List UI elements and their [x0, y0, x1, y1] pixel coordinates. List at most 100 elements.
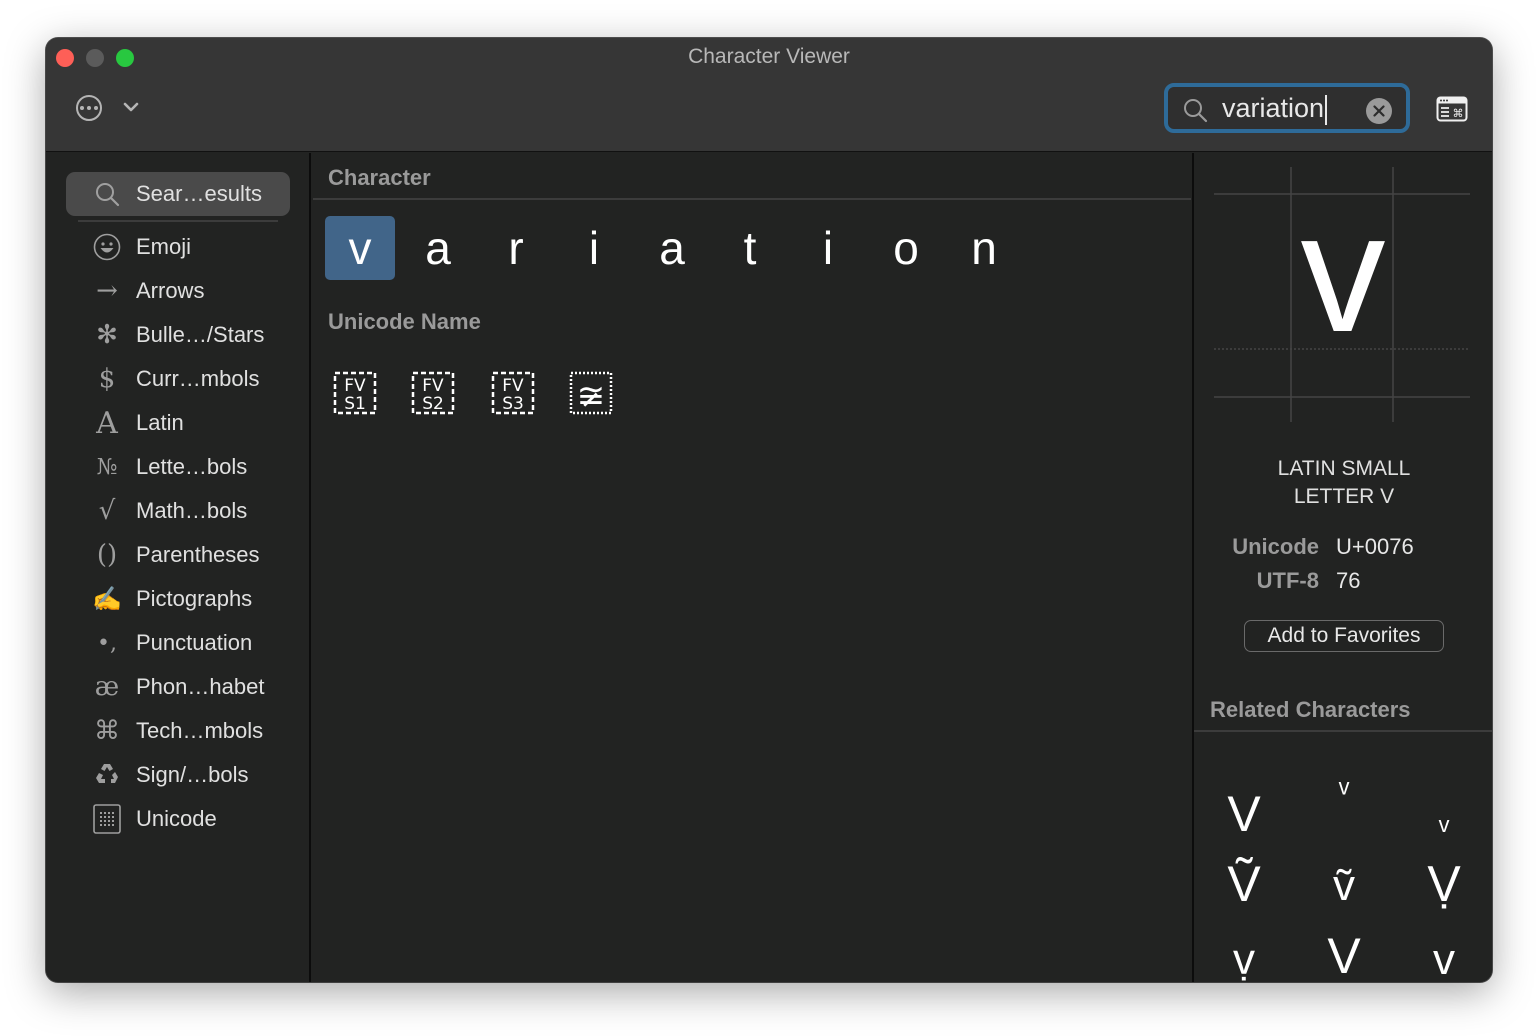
- sidebar-item-search-results[interactable]: Sear…esults: [66, 172, 290, 216]
- square-root-icon: √: [98, 496, 116, 526]
- sidebar-item-punctuation[interactable]: •, Punctuation: [66, 621, 290, 665]
- keyboard-viewer-icon[interactable]: ⌘: [1436, 96, 1468, 122]
- sidebar-item-currency-symbols[interactable]: $ Curr…mbols: [66, 357, 290, 401]
- svg-text:≆: ≆: [577, 376, 606, 415]
- related-character[interactable]: ᵛ: [1299, 773, 1389, 810]
- character-inspector: v LATIN SMALL LETTER V Unicode U+0076 UT…: [1192, 153, 1492, 982]
- sidebar-item-label: Tech…mbols: [136, 718, 264, 743]
- approx-not-equal-icon[interactable]: ≆: [569, 371, 613, 415]
- character-section-header: Character: [328, 165, 431, 190]
- unicode-character-name: LATIN SMALL LETTER V: [1194, 455, 1492, 511]
- sidebar-item-label: Phon…habet: [136, 674, 265, 699]
- latin-a-icon: A: [96, 405, 118, 441]
- sidebar-item-label: Parentheses: [136, 542, 260, 567]
- ellipsis-circle-icon[interactable]: [76, 95, 102, 121]
- sidebar-item-latin[interactable]: A Latin: [66, 401, 290, 445]
- sidebar-item-label: Sign/…bols: [136, 762, 249, 787]
- svg-text:S3: S3: [502, 394, 524, 414]
- character-cell-selected[interactable]: v: [325, 216, 395, 280]
- add-to-favorites-button[interactable]: Add to Favorites: [1244, 620, 1444, 652]
- recycle-icon: [86, 757, 128, 793]
- character-cell[interactable]: a: [403, 216, 473, 280]
- sidebar-item-unicode[interactable]: Unicode: [66, 797, 290, 841]
- sidebar-item-emoji[interactable]: Emoji: [66, 225, 290, 269]
- svg-text:S1: S1: [344, 394, 366, 414]
- sidebar-item-label: Pictographs: [136, 586, 253, 611]
- fvs2-icon[interactable]: FV S2: [411, 371, 455, 415]
- related-character[interactable]: ṿ: [1199, 935, 1289, 982]
- svg-text:FV: FV: [422, 376, 444, 396]
- sidebar-item-math-symbols[interactable]: √ Math…bols: [66, 489, 290, 533]
- writing-hand-icon: ✍: [92, 585, 122, 613]
- character-cell[interactable]: r: [481, 216, 551, 280]
- sidebar-item-label: Unicode: [136, 806, 217, 831]
- results-panel: Character v a r i a t i o n Unicode Name…: [313, 153, 1191, 982]
- character-cell[interactable]: i: [793, 216, 863, 280]
- sidebar-item-label: Curr…mbols: [136, 366, 260, 391]
- clear-search-button[interactable]: [1366, 98, 1392, 124]
- sidebar-item-label: Math…bols: [136, 498, 248, 523]
- window-title: Character Viewer: [688, 45, 850, 68]
- related-character[interactable]: Ṽ: [1199, 855, 1289, 913]
- chevron-down-icon[interactable]: [122, 100, 140, 114]
- unicode-grid-icon: [86, 801, 128, 837]
- search-icon: [86, 176, 128, 212]
- svg-text:S2: S2: [422, 394, 444, 414]
- unicode-label: Unicode: [1232, 534, 1319, 559]
- svg-text:FV: FV: [344, 376, 366, 396]
- character-name-line1: LATIN SMALL: [1277, 457, 1411, 480]
- svg-text:FV: FV: [502, 376, 524, 396]
- character-cell[interactable]: i: [559, 216, 629, 280]
- sidebar-item-label: Latin: [136, 410, 184, 435]
- character-cell[interactable]: a: [637, 216, 707, 280]
- character-cell[interactable]: t: [715, 216, 785, 280]
- parentheses-icon: (): [96, 540, 118, 570]
- punctuation-icon: •,: [97, 630, 117, 656]
- character-cell[interactable]: n: [949, 216, 1019, 280]
- section-divider: [313, 198, 1191, 200]
- sidebar-item-label: Sear…esults: [136, 181, 262, 206]
- character-name-line2: LETTER V: [1293, 485, 1395, 508]
- search-input[interactable]: [1222, 93, 1352, 123]
- unicode-value: U+0076: [1336, 534, 1414, 559]
- close-icon: [1373, 105, 1385, 117]
- sidebar-item-parentheses[interactable]: () Parentheses: [66, 533, 290, 577]
- sidebar-item-sign-standard-symbols[interactable]: Sign/…bols: [66, 753, 290, 797]
- related-character[interactable]: ᵥ: [1399, 801, 1489, 838]
- titlebar: Character Viewer variation ⌘: [46, 38, 1492, 152]
- related-characters-header: Related Characters: [1210, 697, 1411, 722]
- related-character[interactable]: V: [1299, 927, 1389, 982]
- related-character[interactable]: Ṿ: [1399, 855, 1489, 913]
- related-character[interactable]: V: [1199, 785, 1289, 843]
- dollar-icon: $: [98, 364, 116, 394]
- ae-ligature-icon: æ: [94, 672, 120, 702]
- sidebar-item-letterlike-symbols[interactable]: № Lette…bols: [66, 445, 290, 489]
- unicode-name-section-header: Unicode Name: [328, 309, 481, 334]
- glyph-preview: v: [1300, 178, 1386, 368]
- sidebar-item-pictographs[interactable]: ✍ Pictographs: [66, 577, 290, 621]
- search-field[interactable]: [1164, 83, 1410, 133]
- sidebar-item-label: Bulle…/Stars: [136, 322, 265, 347]
- arrow-icon: →: [96, 276, 118, 306]
- magnifier-icon: [1184, 99, 1208, 123]
- sidebar-item-phonetic-alphabet[interactable]: æ Phon…habet: [66, 665, 290, 709]
- smiley-icon: [86, 229, 128, 265]
- text-caret: [1325, 95, 1327, 125]
- sidebar-item-label: Emoji: [136, 234, 192, 259]
- character-viewer-window: Character Viewer variation ⌘ Sear…esults…: [46, 38, 1492, 982]
- sidebar-divider: [78, 220, 278, 222]
- fvs1-icon[interactable]: FV S1: [333, 371, 377, 415]
- related-character[interactable]: v: [1399, 935, 1489, 982]
- utf8-label: UTF-8: [1256, 568, 1319, 593]
- fvs3-icon[interactable]: FV S3: [491, 371, 535, 415]
- sidebar-item-label: Lette…bols: [136, 454, 248, 479]
- sidebar-item-arrows[interactable]: → Arrows: [66, 269, 290, 313]
- sidebar-item-label: Arrows: [136, 278, 205, 303]
- numero-icon: №: [96, 454, 118, 480]
- sidebar-item-technical-symbols[interactable]: ⌘ Tech…mbols: [66, 709, 290, 753]
- category-sidebar: Sear…esults Emoji → Arrows ✻ Bulle…/Star…: [46, 153, 311, 982]
- related-character[interactable]: ṽ: [1299, 861, 1389, 911]
- character-cell[interactable]: o: [871, 216, 941, 280]
- svg-text:⌘: ⌘: [1453, 107, 1464, 120]
- sidebar-item-bullets-stars[interactable]: ✻ Bulle…/Stars: [66, 313, 290, 357]
